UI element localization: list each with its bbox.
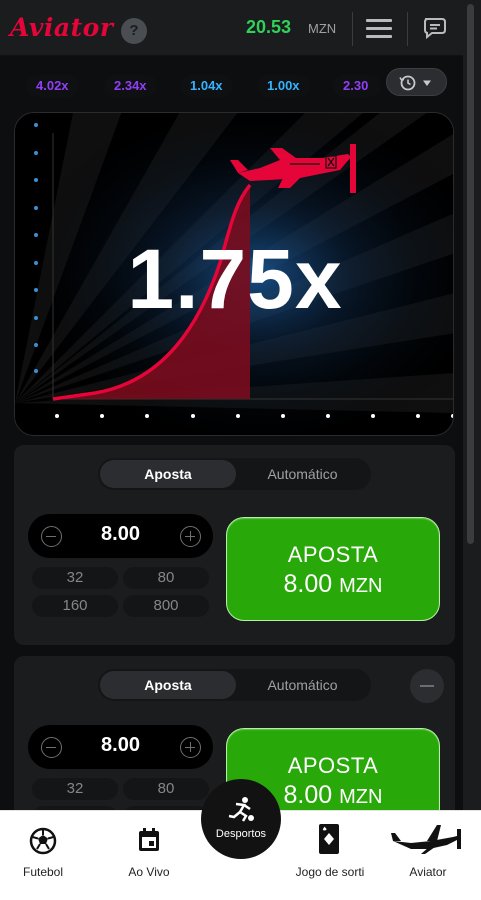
header-divider — [352, 12, 353, 46]
bet-amount-controls: 8.00 32 80 160 800 — [28, 725, 213, 810]
tab-bet[interactable]: Aposta — [100, 671, 236, 699]
bet-button-label: APOSTA — [287, 542, 379, 567]
bet-button-currency: MZN — [339, 786, 383, 808]
scrollbar-thumb[interactable] — [467, 4, 474, 544]
tab-auto[interactable]: Automático — [236, 671, 369, 699]
quick-amount-chip[interactable]: 80 — [123, 567, 209, 589]
history-toggle-button[interactable] — [386, 68, 447, 96]
place-bet-button[interactable]: APOSTA 8.00 MZN — [226, 517, 440, 621]
aviator-app: Aviator ? 20.53 MZN 4.02x 2.34x 1.04x 1.… — [0, 0, 463, 810]
quick-amount-chip[interactable]: 800 — [123, 595, 209, 617]
quick-amount-chip[interactable]: 80 — [123, 778, 209, 800]
quick-amount-chip[interactable]: 32 — [32, 567, 118, 589]
tab-auto[interactable]: Automático — [236, 460, 369, 488]
history-multiplier[interactable]: 2.30 — [333, 75, 381, 97]
plus-icon[interactable] — [180, 526, 201, 547]
bet-panel: Aposta Automático 8.00 32 80 160 800 APO… — [14, 445, 455, 645]
header-divider — [407, 12, 408, 46]
history-clock-icon — [399, 75, 431, 91]
hamburger-icon — [366, 19, 392, 22]
chevron-down-icon — [423, 80, 431, 86]
history-multiplier[interactable]: 2.34x — [104, 75, 157, 97]
page-scrollbar[interactable] — [463, 0, 481, 810]
bet-amount-input[interactable]: 8.00 — [68, 523, 173, 546]
history-multiplier[interactable]: 4.02x — [26, 75, 79, 97]
minus-icon — [420, 685, 434, 687]
tab-bet[interactable]: Aposta — [100, 460, 236, 488]
help-button[interactable]: ? — [121, 18, 147, 44]
chat-button[interactable] — [422, 16, 448, 40]
svg-text:♠: ♠ — [322, 826, 327, 833]
nav-item-jogo-de-sorte[interactable]: ♠ Jogo de sorti — [282, 811, 378, 891]
minus-icon[interactable] — [41, 737, 62, 758]
bet-button-currency: MZN — [339, 575, 383, 597]
nav-item-desportos[interactable]: Desportos — [201, 779, 281, 859]
bet-button-label: APOSTA — [287, 753, 379, 778]
bet-amount-stepper: 8.00 — [28, 725, 213, 769]
plus-icon[interactable] — [180, 737, 201, 758]
soccer-ball-icon — [29, 827, 57, 855]
balance-currency: MZN — [308, 21, 337, 36]
quick-amount-chip[interactable]: 160 — [32, 595, 118, 617]
nav-item-futebol[interactable]: Futebol — [12, 811, 74, 891]
flight-canvas: 1.75x — [14, 112, 454, 436]
playing-card-icon: ♠ — [319, 824, 339, 854]
minus-icon[interactable] — [41, 526, 62, 547]
sports-icon — [228, 797, 254, 822]
nav-item-aviator[interactable]: Aviator — [386, 811, 470, 891]
remove-bet-button[interactable] — [410, 669, 444, 703]
bet-button-amount: 8.00 — [283, 570, 333, 598]
bet-button-amount: 8.00 — [283, 781, 333, 809]
bet-amount-controls: 8.00 32 80 160 800 — [28, 514, 213, 624]
bet-mode-tabs: Aposta Automático — [98, 669, 371, 701]
quick-amount-chip[interactable]: 32 — [32, 778, 118, 800]
calendar-icon — [139, 828, 159, 851]
bet-amount-stepper: 8.00 — [28, 514, 213, 558]
top-bar: Aviator ? 20.53 MZN — [0, 0, 463, 56]
history-multiplier[interactable]: 1.04x — [180, 75, 233, 97]
chat-icon — [424, 18, 446, 40]
aviator-logo: Aviator — [10, 13, 114, 42]
bet-mode-tabs: Aposta Automático — [98, 458, 371, 490]
history-multiplier[interactable]: 1.00x — [257, 75, 310, 97]
balance-amount: 20.53 — [246, 17, 292, 37]
bet-amount-input[interactable]: 8.00 — [68, 734, 173, 757]
airplane-icon — [391, 825, 461, 854]
nav-item-ao-vivo[interactable]: Ao Vivo — [118, 811, 180, 891]
current-multiplier: 1.75x — [127, 232, 343, 326]
menu-button[interactable] — [366, 19, 392, 39]
